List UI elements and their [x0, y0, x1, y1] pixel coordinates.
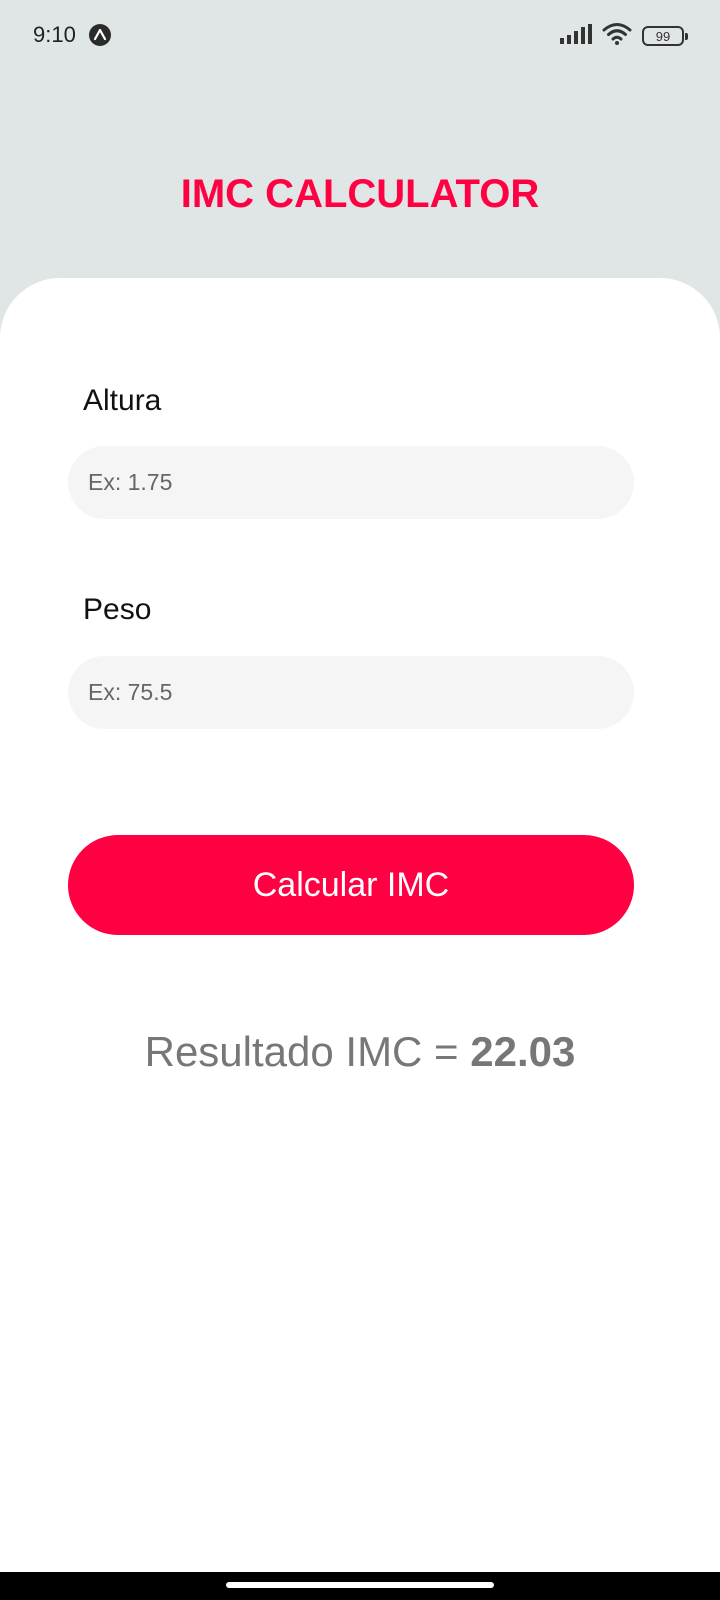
- app-screen: 9:10 99 IMC CALCULATOR Altura Ex: 1.75 P…: [0, 0, 720, 1600]
- status-time: 9:10: [33, 22, 76, 47]
- weight-label: Peso: [83, 593, 152, 626]
- page-title: IMC CALCULATOR: [180, 172, 540, 216]
- height-input[interactable]: [68, 446, 634, 519]
- form-card: Altura Peso Calcular IMC Resultado IMC =…: [0, 278, 720, 1600]
- calculate-imc-button[interactable]: Calcular IMC: [68, 835, 634, 935]
- status-icons: 99: [560, 22, 688, 51]
- status-bar: 9:10 99: [0, 0, 720, 72]
- battery-level: 99: [655, 28, 671, 44]
- expo-app-icon: [89, 24, 111, 46]
- home-indicator[interactable]: [226, 1582, 494, 1588]
- imc-result: Resultado IMC = 22.03: [0, 1028, 720, 1076]
- battery-icon: 99: [642, 26, 688, 46]
- weight-input[interactable]: [68, 656, 634, 729]
- navigation-bar: [0, 1572, 720, 1600]
- wifi-icon: [602, 22, 632, 51]
- height-label: Altura: [83, 384, 162, 417]
- result-label: Resultado IMC =: [144, 1028, 471, 1075]
- signal-icon: [560, 23, 592, 49]
- result-value: 22.03: [470, 1028, 576, 1075]
